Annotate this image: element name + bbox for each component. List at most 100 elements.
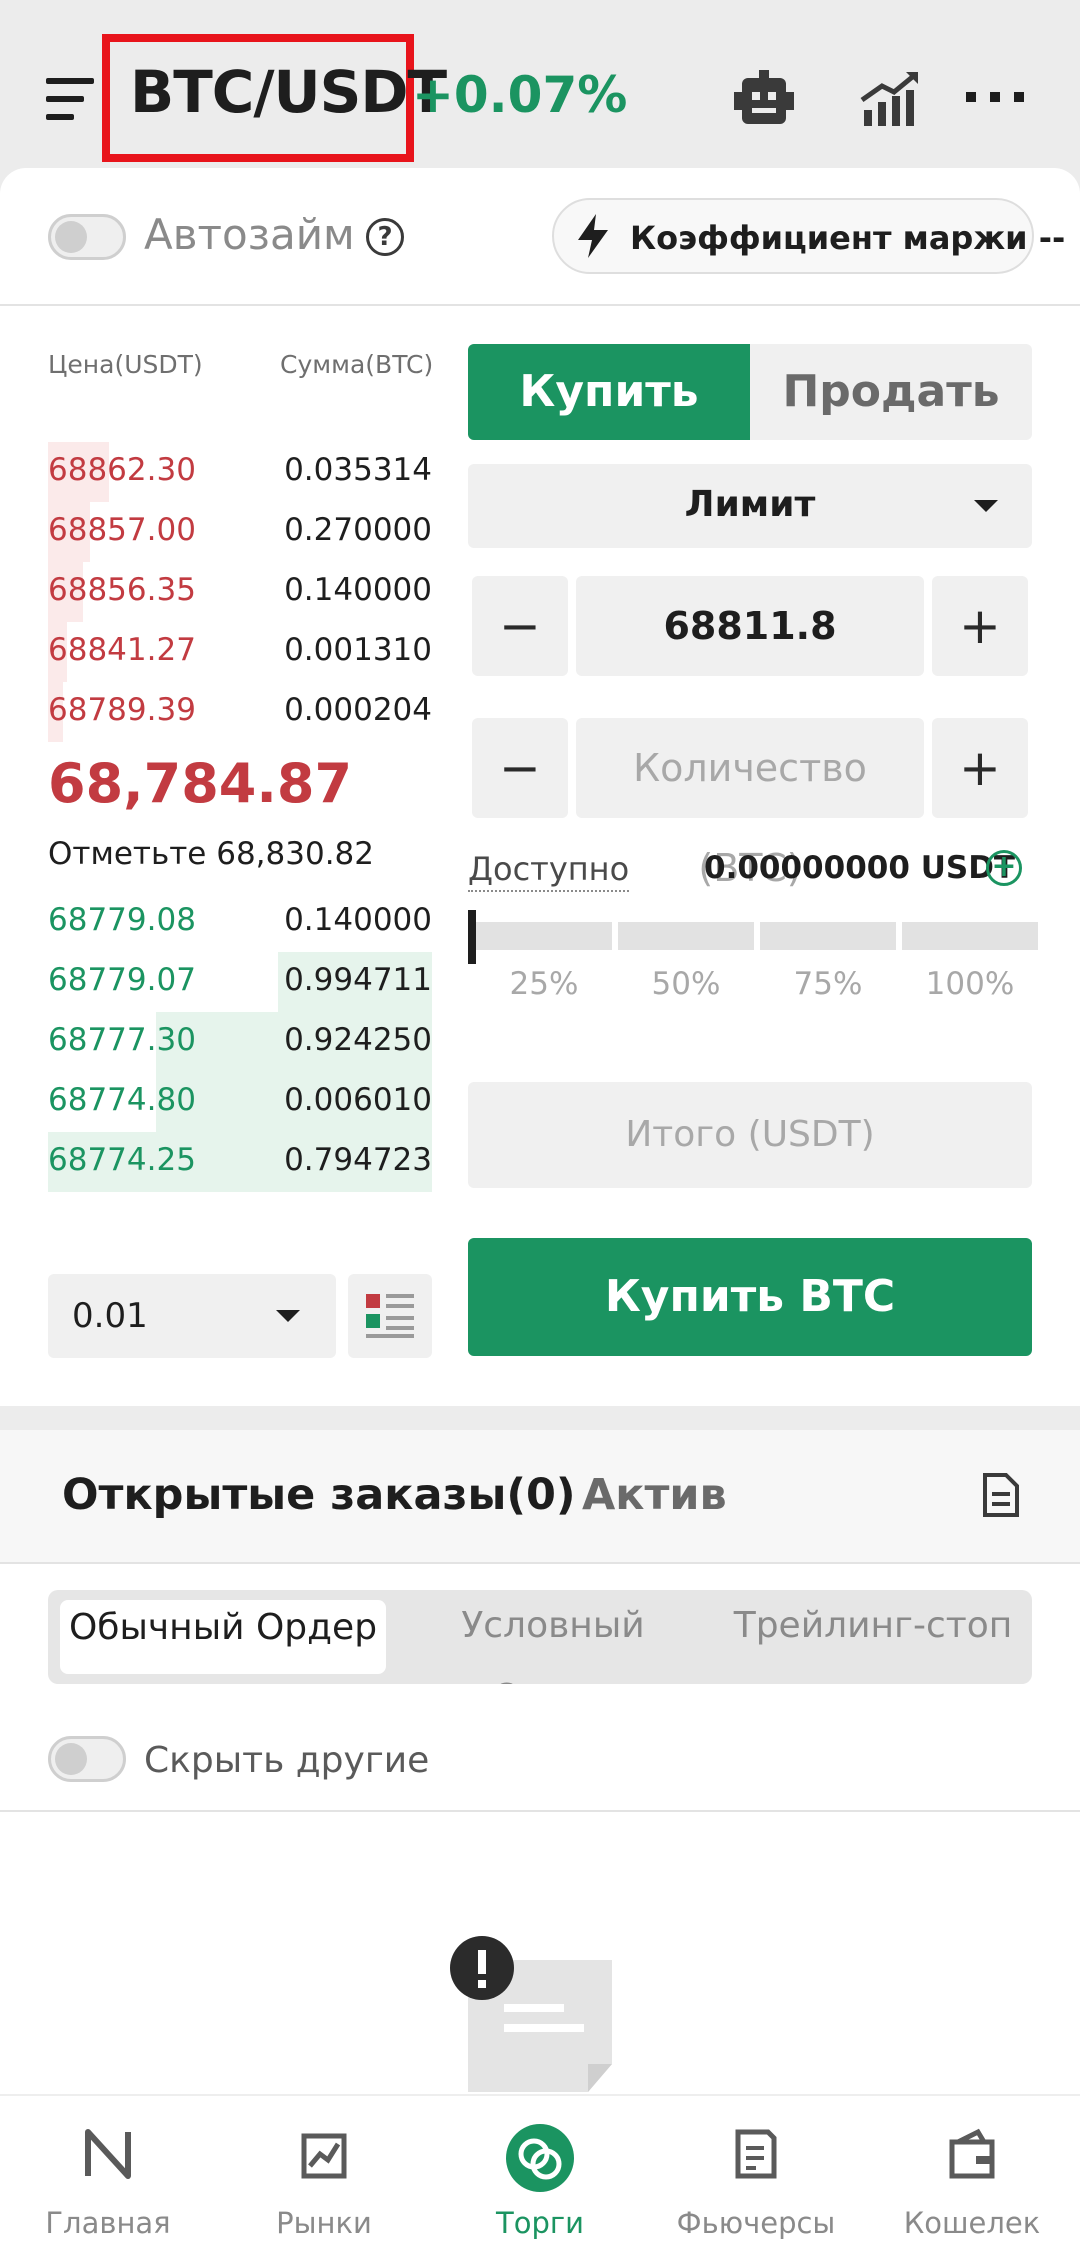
orderbook-view-icon[interactable] <box>348 1274 432 1358</box>
price-input[interactable]: 68811.8 <box>576 576 924 676</box>
slider-segment[interactable] <box>618 922 754 950</box>
nav-label: Главная <box>45 2206 171 2240</box>
bid-row[interactable]: 68779.07 0.994711 <box>48 952 432 1012</box>
ask-amount: 0.035314 <box>284 452 432 488</box>
mark-price: Отметьте 68,830.82 <box>48 836 374 872</box>
document-icon[interactable] <box>982 1472 1020 1518</box>
nav-home[interactable]: Главная <box>0 2094 216 2264</box>
bid-row[interactable]: 68774.25 0.794723 <box>48 1132 432 1192</box>
pair-title[interactable]: BTC/USDT <box>130 58 447 126</box>
ask-row[interactable]: 68857.00 0.270000 <box>48 502 432 562</box>
order-type-select[interactable]: Лимит <box>468 464 1032 548</box>
plus-circle-icon[interactable]: + <box>986 850 1022 886</box>
menu-icon[interactable] <box>46 78 94 120</box>
autoloan-label: Автозайм <box>144 210 355 259</box>
lightning-icon <box>576 214 610 258</box>
panel-divider <box>0 304 1080 306</box>
bid-amount: 0.794723 <box>284 1142 432 1178</box>
ask-amount: 0.270000 <box>284 512 432 548</box>
ask-price: 68857.00 <box>48 512 196 548</box>
margin-ratio-label: Коэффициент маржи -- <box>630 219 1066 257</box>
bid-amount: 0.140000 <box>284 902 432 938</box>
precision-select[interactable]: 0.01 <box>48 1274 336 1358</box>
bid-price: 68774.25 <box>48 1142 196 1178</box>
ask-price: 68841.27 <box>48 632 196 668</box>
ask-amount: 0.000204 <box>284 692 432 728</box>
slider-segment[interactable] <box>760 922 896 950</box>
wallet-icon <box>948 2128 996 2180</box>
quantity-input[interactable]: Количество (BTC) <box>576 718 924 890</box>
quantity-increase-button[interactable]: + <box>932 718 1028 818</box>
price-change: +0.07% <box>412 66 628 124</box>
nav-trade[interactable]: Торги <box>432 2094 648 2264</box>
more-icon[interactable] <box>966 90 1026 104</box>
ask-price: 68856.35 <box>48 572 196 608</box>
nav-label: Рынки <box>276 2206 372 2240</box>
chevron-down-icon <box>974 500 998 512</box>
slider-segment[interactable] <box>902 922 1038 950</box>
tab-buy[interactable]: Купить <box>468 344 750 440</box>
orders-divider <box>0 1562 1080 1564</box>
ask-amount: 0.140000 <box>284 572 432 608</box>
chart-growth-icon[interactable] <box>860 70 920 128</box>
bid-price: 68774.80 <box>48 1082 196 1118</box>
price-increase-button[interactable]: + <box>932 576 1028 676</box>
buy-sell-tabs: Купить Продать <box>468 344 1032 440</box>
empty-orders-icon <box>446 1936 616 2096</box>
nav-label: Кошелек <box>903 2206 1041 2240</box>
bid-price: 68777.30 <box>48 1022 196 1058</box>
robot-icon[interactable] <box>732 70 796 130</box>
total-input[interactable]: Итого (USDT) <box>468 1082 1032 1188</box>
buy-btc-button[interactable]: Купить BTC <box>468 1238 1032 1356</box>
ask-amount: 0.001310 <box>284 632 432 668</box>
ask-row[interactable]: 68841.27 0.001310 <box>48 622 432 682</box>
slider-percent-label[interactable]: 25% <box>476 966 612 1002</box>
price-decrease-button[interactable]: − <box>472 576 568 676</box>
orderbook-price-header: Цена(USDT) <box>48 350 203 379</box>
trade-icon <box>506 2124 574 2192</box>
segment-conditional-order[interactable]: Условный Ордер <box>396 1590 710 1684</box>
nav-label: Фьючерсы <box>676 2206 836 2240</box>
chevron-down-icon <box>276 1310 300 1322</box>
filter-divider <box>0 1810 1080 1812</box>
ask-price: 68789.39 <box>48 692 196 728</box>
home-icon <box>84 2128 132 2180</box>
ask-row[interactable]: 68789.39 0.000204 <box>48 682 432 742</box>
segment-trailing-stop[interactable]: Трейлинг-стоп <box>720 1590 1026 1684</box>
autoloan-toggle[interactable] <box>48 214 126 260</box>
bid-price: 68779.08 <box>48 902 196 938</box>
precision-value: 0.01 <box>72 1296 148 1336</box>
slider-percent-label[interactable]: 50% <box>618 966 754 1002</box>
nav-wallet[interactable]: Кошелек <box>864 2094 1080 2264</box>
ask-row[interactable]: 68856.35 0.140000 <box>48 562 432 622</box>
ask-price: 68862.30 <box>48 452 196 488</box>
order-type-segment: Обычный Ордер Условный Ордер Трейлинг-ст… <box>48 1590 1032 1684</box>
ask-row[interactable]: 68862.30 0.035314 <box>48 442 432 502</box>
segment-regular-order[interactable]: Обычный Ордер <box>60 1600 386 1674</box>
available-value: 0.00000000 USDT <box>704 850 1016 886</box>
tab-open-orders[interactable]: Открытые заказы(0) <box>62 1470 576 1520</box>
last-price[interactable]: 68,784.87 <box>48 752 352 815</box>
quantity-decrease-button[interactable]: − <box>472 718 568 818</box>
nav-label: Торги <box>496 2206 584 2240</box>
slider-percent-label[interactable]: 75% <box>760 966 896 1002</box>
slider-segment[interactable] <box>476 922 612 950</box>
bid-row[interactable]: 68774.80 0.006010 <box>48 1072 432 1132</box>
slider-percent-label[interactable]: 100% <box>902 966 1038 1002</box>
bid-amount: 0.994711 <box>284 962 432 998</box>
bid-row[interactable]: 68777.30 0.924250 <box>48 1012 432 1072</box>
nav-markets[interactable]: Рынки <box>216 2094 432 2264</box>
slider-handle[interactable] <box>468 910 476 964</box>
nav-futures[interactable]: Фьючерсы <box>648 2094 864 2264</box>
bid-row[interactable]: 68779.08 0.140000 <box>48 892 432 952</box>
hide-others-label: Скрыть другие <box>144 1740 430 1781</box>
tab-sell[interactable]: Продать <box>750 344 1032 440</box>
order-type-value: Лимит <box>684 484 816 525</box>
bid-amount: 0.006010 <box>284 1082 432 1118</box>
available-label[interactable]: Доступно <box>468 850 630 892</box>
help-icon[interactable]: ? <box>366 218 404 256</box>
orderbook-amount-header: Сумма(BTC) <box>280 350 434 379</box>
tab-assets[interactable]: Актив <box>582 1470 727 1520</box>
hide-others-toggle[interactable] <box>48 1736 126 1782</box>
bid-amount: 0.924250 <box>284 1022 432 1058</box>
